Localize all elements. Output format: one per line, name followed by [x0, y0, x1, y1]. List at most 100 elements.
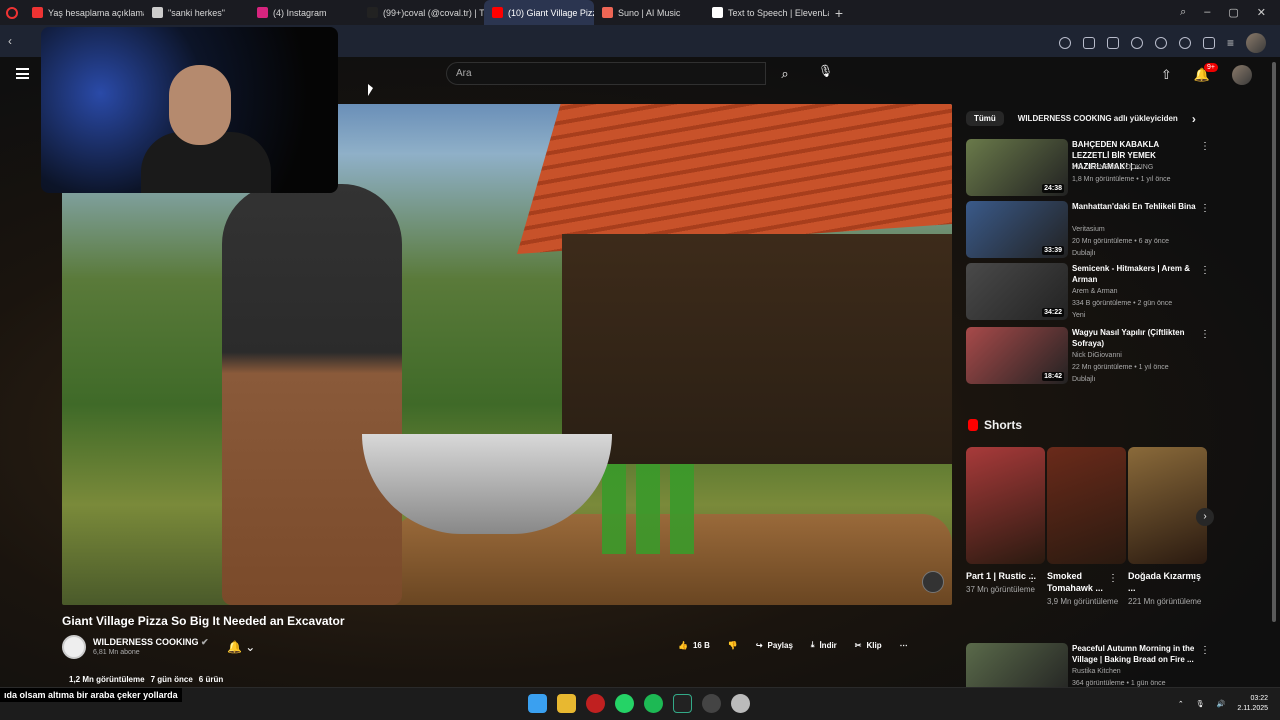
- recommended-video[interactable]: 24:38 BAHÇEDEN KABAKLA LEZZETLİ BİR YEMEK…: [966, 139, 1211, 199]
- play-icon[interactable]: [1154, 37, 1167, 49]
- search-tabs-icon[interactable]: ⌕: [1180, 6, 1186, 19]
- short-card[interactable]: Smoked Tomahawk ... 3,9 Mn görüntüleme ⋮: [1047, 447, 1126, 607]
- video-title[interactable]: Wagyu Nasıl Yapılır (Çiftlikten Sofraya): [1072, 327, 1196, 349]
- more-options-icon[interactable]: ⋮: [1108, 573, 1118, 584]
- channel-name[interactable]: WILDERNESS COOKING ✔: [93, 637, 209, 648]
- search-input[interactable]: Ara: [446, 62, 766, 85]
- discord-icon[interactable]: [731, 694, 750, 713]
- opera-logo-icon[interactable]: [6, 6, 18, 19]
- video-title[interactable]: Manhattan'daki En Tehlikeli Bina: [1072, 201, 1196, 212]
- microphone-icon[interactable]: 🎙: [818, 64, 833, 82]
- video-title[interactable]: Peaceful Autumn Morning in the Village |…: [1072, 643, 1196, 665]
- browser-tab[interactable]: (4) Instagram: [249, 0, 359, 25]
- video-duration: 33:39: [1042, 246, 1064, 255]
- channel-name[interactable]: Nick DiGiovanni: [1072, 352, 1122, 359]
- recommended-video[interactable]: 33:39 Manhattan'daki En Tehlikeli Bina Ver…: [966, 201, 1211, 261]
- dislike-button[interactable]: 👎: [728, 641, 738, 650]
- channel-name[interactable]: Veritasium: [1072, 226, 1105, 233]
- browser-tab[interactable]: Text to Speech | ElevenLab: [704, 0, 829, 25]
- more-options-icon[interactable]: ⋮: [1200, 203, 1210, 214]
- browser-tab[interactable]: Suno | AI Music: [594, 0, 704, 25]
- short-card[interactable]: Doğada Kızarmış ... 221 Mn görüntüleme ⋮: [1128, 447, 1207, 607]
- shield-icon[interactable]: [1130, 37, 1143, 49]
- start-button-icon[interactable]: [528, 694, 547, 713]
- terminal-icon[interactable]: [673, 694, 692, 713]
- short-thumbnail[interactable]: [966, 447, 1045, 564]
- upload-icon[interactable]: ⇧: [1161, 67, 1172, 83]
- heart-icon[interactable]: [1178, 37, 1191, 49]
- tab-label: (4) Instagram: [273, 7, 327, 18]
- verified-icon: ✔: [201, 637, 209, 647]
- menu-icon[interactable]: ≡: [1227, 36, 1234, 50]
- video-thumbnail[interactable]: 18:42: [966, 327, 1068, 384]
- more-options-icon[interactable]: ⋮: [1200, 141, 1210, 152]
- more-options-icon[interactable]: ⋮: [1189, 573, 1199, 584]
- video-thumbnail[interactable]: 24:38: [966, 139, 1068, 196]
- video-title[interactable]: Semicenk - Hitmakers | Arem & Arman: [1072, 263, 1196, 285]
- recommended-video[interactable]: 18:42 Wagyu Nasıl Yapılır (Çiftlikten Sof…: [966, 327, 1211, 387]
- browser-profile-avatar[interactable]: [1246, 33, 1266, 53]
- download-button[interactable]: ⤓ İndir: [811, 640, 837, 650]
- browser-tab[interactable]: (10) Giant Village Pizz: [484, 0, 594, 25]
- channel-name[interactable]: Rustika Kitchen: [1072, 668, 1121, 675]
- spotify-icon[interactable]: [644, 694, 663, 713]
- notification-count-badge: 9+: [1204, 63, 1218, 72]
- channel-name[interactable]: Arem & Arman: [1072, 288, 1118, 295]
- whatsapp-icon[interactable]: [615, 694, 634, 713]
- short-thumbnail[interactable]: [1047, 447, 1126, 564]
- green-bottles: [602, 464, 702, 554]
- gazebo-roof: [517, 104, 952, 254]
- video-meta: 364 görüntüleme • 1 gün önce: [1072, 680, 1166, 687]
- hamburger-menu-icon[interactable]: [16, 68, 29, 79]
- edit-icon[interactable]: [1082, 37, 1095, 49]
- recommended-video[interactable]: 34:22 Semicenk - Hitmakers | Arem & Arman…: [966, 263, 1211, 323]
- search-button[interactable]: ⌕: [768, 62, 802, 85]
- camera-icon[interactable]: [1106, 37, 1119, 49]
- video-thumbnail[interactable]: 33:39: [966, 201, 1068, 258]
- search-icon[interactable]: [1058, 37, 1071, 49]
- minimize-button[interactable]: –: [1204, 6, 1210, 19]
- back-button[interactable]: ‹: [8, 34, 12, 48]
- video-badge: Yeni: [1072, 312, 1086, 319]
- subscribe-bell-icon[interactable]: 🔔 ⌄: [227, 640, 255, 654]
- clock[interactable]: 03:22 2.11.2025: [1237, 694, 1268, 714]
- scissors-icon: ✂: [854, 640, 862, 650]
- clip-button[interactable]: ✂ Klip: [855, 641, 882, 650]
- like-button[interactable]: 👍 16 B: [678, 641, 710, 650]
- filter-chip-all[interactable]: Tümü: [966, 111, 1004, 126]
- volume-icon[interactable]: 🔊: [1217, 700, 1226, 708]
- filter-chip-channel[interactable]: WILDERNESS COOKING adlı yükleyiciden: [1018, 114, 1178, 123]
- new-tab-button[interactable]: +: [829, 5, 849, 21]
- opera-taskbar-icon[interactable]: [586, 694, 605, 713]
- short-card[interactable]: Part 1 | Rustic ... 37 Mn görüntüleme ⋮: [966, 447, 1045, 595]
- page-scrollbar[interactable]: [1272, 62, 1276, 622]
- shorts-next-button[interactable]: ›: [1196, 508, 1214, 526]
- more-options-icon[interactable]: ⋮: [1027, 573, 1037, 584]
- browser-tab[interactable]: Yaş hesaplama açıklaması: [24, 0, 144, 25]
- more-actions-button[interactable]: ⋯: [900, 641, 908, 650]
- account-avatar[interactable]: [1232, 65, 1252, 85]
- chrome-icon[interactable]: [702, 694, 721, 713]
- file-explorer-icon[interactable]: [557, 694, 576, 713]
- more-options-icon[interactable]: ⋮: [1200, 645, 1210, 656]
- maximize-button[interactable]: ▢: [1228, 6, 1238, 19]
- tab-favicon-icon: [367, 7, 378, 18]
- channel-avatar[interactable]: [62, 635, 86, 659]
- cook-figure: [222, 184, 402, 605]
- channel-watermark-icon[interactable]: [922, 571, 944, 593]
- browser-tab[interactable]: "sanki herkes": [144, 0, 249, 25]
- tray-expand-icon[interactable]: ⌃: [1178, 700, 1184, 708]
- more-options-icon[interactable]: ⋮: [1200, 265, 1210, 276]
- channel-name[interactable]: WILDERNESS COOKING: [1072, 164, 1153, 171]
- share-button[interactable]: ↪ Paylaş: [756, 641, 793, 650]
- microphone-tray-icon[interactable]: 🎙: [1196, 700, 1205, 708]
- close-window-button[interactable]: ✕: [1257, 6, 1266, 19]
- browser-tab[interactable]: (99+)coval (@coval.tr) | Ti: [359, 0, 484, 25]
- more-options-icon[interactable]: ⋮: [1200, 329, 1210, 340]
- tab-label: (99+)coval (@coval.tr) | Ti: [383, 7, 484, 18]
- shorts-logo-icon: [968, 419, 978, 431]
- short-thumbnail[interactable]: [1128, 447, 1207, 564]
- download-icon[interactable]: [1202, 37, 1215, 49]
- chevron-right-icon[interactable]: ›: [1192, 112, 1196, 126]
- video-thumbnail[interactable]: 34:22: [966, 263, 1068, 320]
